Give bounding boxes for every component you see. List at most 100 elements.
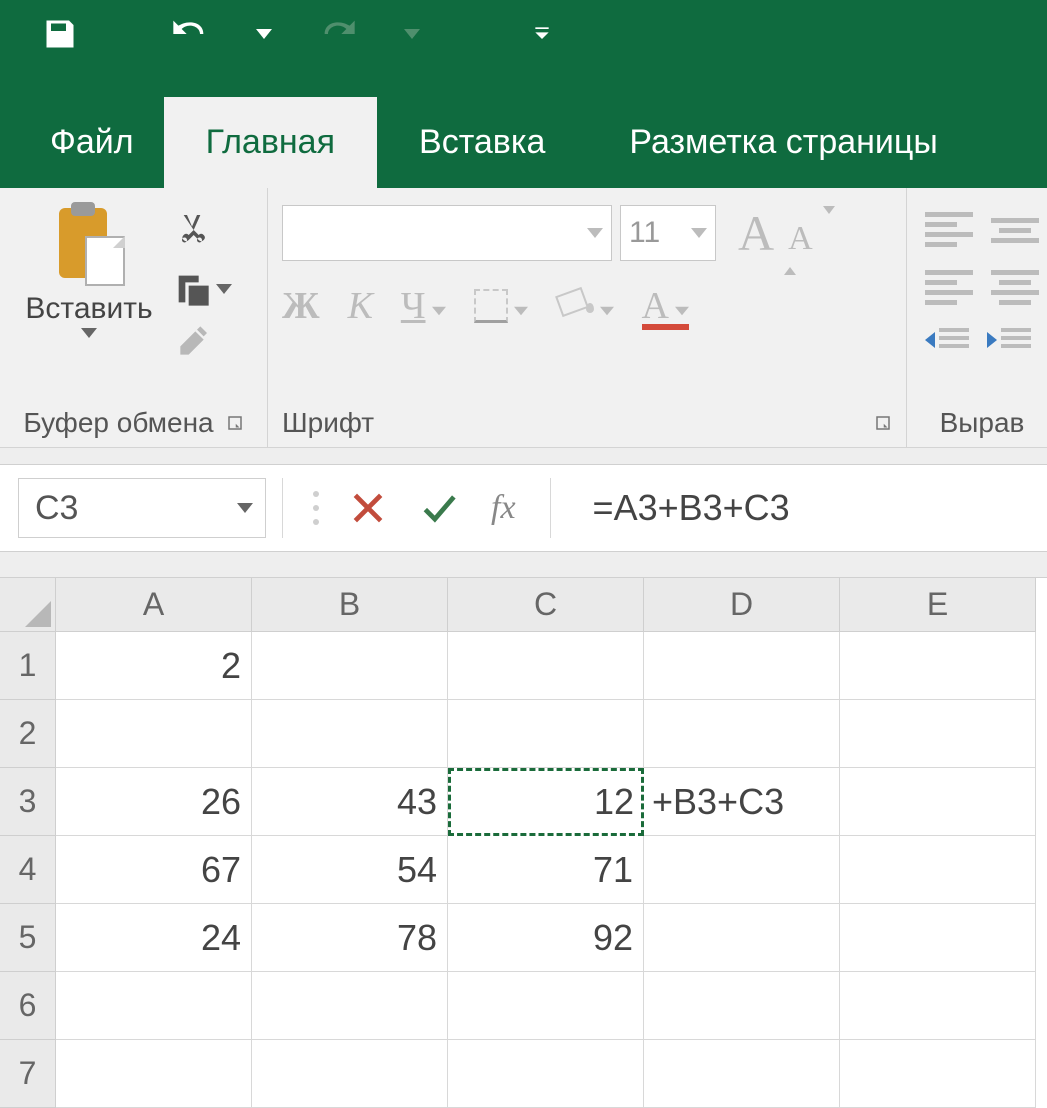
cut-button[interactable]	[172, 210, 232, 255]
formula-bar-expand-icon[interactable]	[299, 491, 333, 525]
cell-C2[interactable]	[448, 700, 644, 768]
font-size-value: 11	[629, 216, 660, 250]
row-header[interactable]: 4	[0, 836, 56, 904]
quick-access-toolbar	[0, 0, 1047, 68]
cell-A7[interactable]	[56, 1040, 252, 1108]
cell-D7[interactable]	[644, 1040, 840, 1108]
cell-E7[interactable]	[840, 1040, 1036, 1108]
group-alignment-label: Вырав	[940, 407, 1025, 439]
clipboard-dialog-launcher-icon[interactable]	[226, 407, 244, 439]
cell-D2[interactable]	[644, 700, 840, 768]
name-box-dropdown-icon[interactable]	[237, 503, 253, 513]
formula-enter-button[interactable]	[403, 489, 473, 527]
cell-B6[interactable]	[252, 972, 448, 1040]
align-middle-button[interactable]	[991, 212, 1039, 252]
cell-E6[interactable]	[840, 972, 1036, 1040]
cell-C3[interactable]: 12	[448, 768, 644, 836]
cell-D6[interactable]	[644, 972, 840, 1040]
name-box[interactable]: C3	[18, 478, 266, 538]
paste-dropdown-icon[interactable]	[81, 328, 97, 338]
select-all-corner[interactable]	[0, 578, 56, 632]
group-alignment: Вырав	[907, 188, 1047, 447]
cell-D3[interactable]: +B3+C3	[644, 768, 840, 836]
column-header[interactable]: A	[56, 578, 252, 632]
save-icon[interactable]	[40, 14, 80, 54]
undo-icon[interactable]	[170, 14, 210, 54]
cell-C5[interactable]: 92	[448, 904, 644, 972]
cell-A1[interactable]: 2	[56, 632, 252, 700]
borders-button[interactable]	[474, 284, 528, 328]
cell-A5[interactable]: 24	[56, 904, 252, 972]
insert-function-button[interactable]: fx	[473, 489, 534, 527]
format-painter-button[interactable]	[172, 323, 232, 368]
formula-cancel-button[interactable]	[333, 489, 403, 527]
row-header[interactable]: 5	[0, 904, 56, 972]
cell-B3[interactable]: 43	[252, 768, 448, 836]
font-name-combo[interactable]	[282, 205, 612, 261]
row-header[interactable]: 7	[0, 1040, 56, 1108]
paste-button[interactable]: Вставить	[14, 204, 164, 338]
cell-B5[interactable]: 78	[252, 904, 448, 972]
cell-C7[interactable]	[448, 1040, 644, 1108]
column-header[interactable]: E	[840, 578, 1036, 632]
cell-E5[interactable]	[840, 904, 1036, 972]
cell-D1[interactable]	[644, 632, 840, 700]
bold-button[interactable]: Ж	[282, 284, 320, 328]
column-header[interactable]: D	[644, 578, 840, 632]
cell-A3[interactable]: 26	[56, 768, 252, 836]
font-size-dropdown-icon[interactable]	[691, 228, 707, 238]
shrink-font-button[interactable]: А	[788, 220, 825, 258]
cell-D5[interactable]	[644, 904, 840, 972]
cell-B1[interactable]	[252, 632, 448, 700]
row-header[interactable]: 2	[0, 700, 56, 768]
align-left-button[interactable]	[925, 270, 973, 310]
underline-button[interactable]: Ч	[401, 284, 446, 328]
tab-page-layout[interactable]: Разметка страницы	[587, 97, 979, 188]
group-clipboard: Вставить Буфер обмена	[0, 188, 268, 447]
align-top-button[interactable]	[925, 212, 973, 252]
cell-B4[interactable]: 54	[252, 836, 448, 904]
cell-B7[interactable]	[252, 1040, 448, 1108]
font-dialog-launcher-icon[interactable]	[874, 407, 892, 439]
cell-E1[interactable]	[840, 632, 1036, 700]
increase-indent-button[interactable]	[987, 328, 1031, 352]
grow-font-button[interactable]: А	[738, 204, 786, 262]
cell-E3[interactable]	[840, 768, 1036, 836]
group-font-label: Шрифт	[282, 407, 374, 439]
column-header[interactable]: B	[252, 578, 448, 632]
copy-button[interactable]	[172, 269, 232, 309]
undo-dropdown-icon[interactable]	[244, 14, 284, 54]
cell-E4[interactable]	[840, 836, 1036, 904]
font-color-button[interactable]: А	[642, 284, 689, 328]
align-center-button[interactable]	[991, 270, 1039, 310]
formula-bar: C3 fx =A3+B3+C3	[0, 464, 1047, 552]
tab-insert[interactable]: Вставка	[377, 97, 587, 188]
cell-E2[interactable]	[840, 700, 1036, 768]
cell-B2[interactable]	[252, 700, 448, 768]
cell-C4[interactable]: 71	[448, 836, 644, 904]
cell-A6[interactable]	[56, 972, 252, 1040]
row-header[interactable]: 6	[0, 972, 56, 1040]
font-name-dropdown-icon[interactable]	[587, 228, 603, 238]
column-header[interactable]: C	[448, 578, 644, 632]
redo-dropdown-icon[interactable]	[392, 14, 432, 54]
cell-A2[interactable]	[56, 700, 252, 768]
customize-qat-icon[interactable]	[522, 14, 562, 54]
paste-label: Вставить	[25, 292, 152, 326]
cell-C6[interactable]	[448, 972, 644, 1040]
decrease-indent-button[interactable]	[925, 328, 969, 352]
cell-C1[interactable]	[448, 632, 644, 700]
name-box-value: C3	[35, 489, 78, 528]
formula-input[interactable]: =A3+B3+C3	[567, 487, 1047, 529]
cell-D4[interactable]	[644, 836, 840, 904]
row-header[interactable]: 3	[0, 768, 56, 836]
spreadsheet-grid[interactable]: ABCDE1223264312+B3+C34675471524789267	[0, 578, 1047, 1108]
tab-file[interactable]: Файл	[28, 97, 164, 188]
redo-icon[interactable]	[318, 14, 358, 54]
cell-A4[interactable]: 67	[56, 836, 252, 904]
row-header[interactable]: 1	[0, 632, 56, 700]
font-size-combo[interactable]: 11	[620, 205, 716, 261]
fill-color-button[interactable]	[556, 284, 614, 328]
italic-button[interactable]: К	[348, 284, 373, 328]
tab-home[interactable]: Главная	[164, 97, 377, 188]
